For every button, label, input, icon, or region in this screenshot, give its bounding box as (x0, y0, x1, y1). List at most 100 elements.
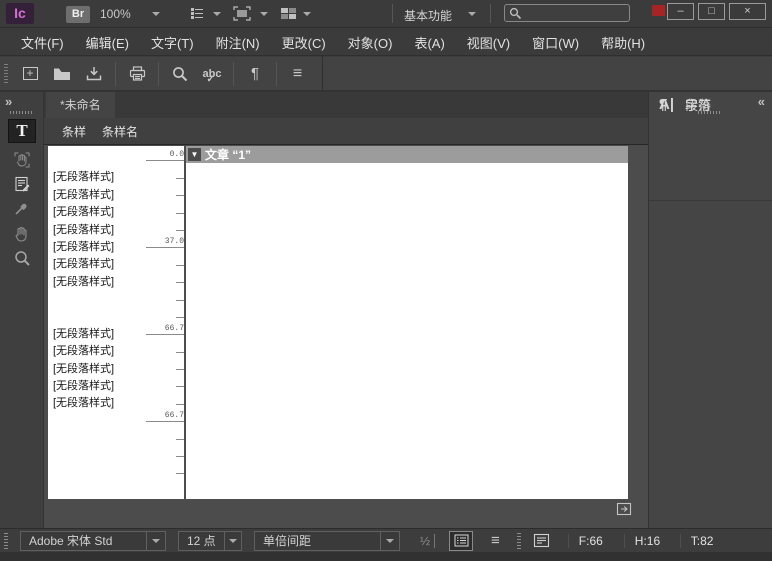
magnifier-icon (14, 250, 31, 267)
menu-item[interactable]: 表(A) (403, 33, 455, 52)
galley-row[interactable] (48, 445, 184, 462)
toolbar-separator (322, 56, 323, 91)
chevron-down-icon[interactable] (224, 532, 241, 550)
hand-tool[interactable] (8, 222, 36, 246)
galley-row[interactable]: [无段落样式] (48, 253, 184, 270)
chevron-down-icon[interactable] (152, 12, 160, 16)
open-button[interactable] (46, 61, 78, 87)
chevron-down-icon[interactable] (213, 12, 221, 16)
menu-item[interactable]: 附注(N) (205, 33, 271, 52)
new-document-button[interactable]: + (14, 61, 46, 87)
copyfit-info-icon[interactable] (533, 533, 550, 548)
screen-mode-icon[interactable] (233, 6, 251, 21)
leading-dropdown[interactable]: 单倍间距 (254, 531, 400, 551)
galley-row[interactable] (48, 427, 184, 444)
menu-item[interactable]: 文字(T) (140, 33, 205, 52)
depth-ruler-mark (176, 281, 184, 283)
menu-item[interactable]: 编辑(E) (75, 33, 140, 52)
document-tab[interactable]: *未命名 (46, 92, 115, 118)
view-options-icon[interactable] (190, 6, 208, 21)
galley-row[interactable]: [无段落样式] (48, 271, 184, 288)
galley-row[interactable]: [无段落样式] (48, 184, 184, 201)
style-column-toggle[interactable] (449, 531, 473, 551)
galley-row[interactable]: [无段落样式] (48, 358, 184, 375)
close-button[interactable]: × (729, 3, 766, 20)
spellcheck-button[interactable]: abc ✓ (196, 61, 228, 87)
galley-row[interactable]: 66.7 (48, 410, 184, 427)
galley-row[interactable] (48, 288, 184, 305)
expand-panel-icon[interactable]: » (5, 94, 12, 109)
menu-item[interactable]: 对象(O) (337, 33, 404, 52)
titlebar-separator (392, 4, 393, 23)
galley-row[interactable]: 0.0 (48, 149, 184, 166)
workspace-switcher[interactable]: 基本功能 (404, 7, 452, 24)
maximize-button[interactable]: □ (698, 3, 725, 20)
panel-item[interactable]: ¶ 段落 (659, 92, 763, 116)
galley-row[interactable]: [无段落样式] (48, 201, 184, 218)
chevron-down-icon[interactable] (260, 12, 268, 16)
galley-row[interactable]: [无段落样式] 66.7 (48, 323, 184, 340)
copyfit-progress-icon[interactable] (616, 502, 632, 516)
search-input[interactable] (525, 5, 625, 21)
tools-panel-grip[interactable] (10, 111, 32, 114)
type-tool[interactable]: T (8, 119, 36, 143)
font-size-dropdown[interactable]: 12 点 (178, 531, 242, 551)
menu-item[interactable]: 窗口(W) (521, 33, 590, 52)
menu-item[interactable]: 文件(F) (10, 33, 75, 52)
galley-row[interactable]: [无段落样式] (48, 166, 184, 183)
galley-row[interactable]: [无段落样式] 37.0 (48, 236, 184, 253)
galley-row[interactable]: [无段落样式] (48, 219, 184, 236)
galley-row[interactable]: [无段落样式] (48, 340, 184, 357)
search-box[interactable] (504, 4, 630, 22)
statusbar-grip[interactable] (517, 533, 521, 549)
line-number-toggle[interactable]: ½ (420, 534, 435, 548)
arrange-documents-icon[interactable] (280, 6, 297, 21)
galley-row[interactable]: [无段落样式] (48, 375, 184, 392)
chevron-down-icon[interactable] (380, 532, 399, 550)
menu-item[interactable]: 帮助(H) (590, 33, 656, 52)
panel-icon: ¶ (659, 96, 685, 113)
view-tab[interactable]: 条样 (62, 123, 86, 140)
eyedropper-tool[interactable] (8, 196, 36, 220)
statusbar-grip[interactable] (4, 533, 8, 549)
paragraph-style-label: [无段落样式] (53, 273, 114, 289)
toolbar-grip[interactable] (4, 64, 8, 84)
save-button[interactable] (78, 61, 110, 87)
menu-item[interactable]: 视图(V) (456, 33, 521, 52)
toolbar-separator (276, 62, 277, 86)
statusbar: Adobe 宋体 Std 12 点 单倍间距 ½ ≡ (0, 528, 772, 552)
print-button[interactable] (121, 61, 153, 87)
collapse-story-icon[interactable]: ▼ (188, 148, 201, 161)
galley-row[interactable] (48, 306, 184, 323)
chevron-down-icon[interactable] (303, 12, 311, 16)
show-hidden-characters-button[interactable]: ¶ (239, 61, 271, 87)
panel-dock: « A| 字符 ¶ 段落 (648, 92, 772, 528)
font-family-dropdown[interactable]: Adobe 宋体 Std (20, 531, 166, 551)
pilcrow-icon: ¶ (251, 65, 259, 82)
search-icon (172, 66, 188, 82)
chevron-down-icon[interactable] (146, 532, 165, 550)
position-tool[interactable] (8, 148, 36, 172)
chevron-down-icon[interactable] (468, 12, 476, 16)
story-header[interactable]: ▼ 文章 “1” (186, 146, 628, 163)
titlebar-separator (490, 4, 491, 23)
depth-ruler-mark: 37.0 (146, 238, 184, 248)
minimize-button[interactable]: – (667, 3, 694, 20)
zoom-tool[interactable] (8, 246, 36, 270)
view-tab[interactable]: 条样名 (102, 123, 138, 140)
note-tool[interactable] (8, 172, 36, 196)
galley-row[interactable]: [无段落样式] (48, 392, 184, 409)
find-button[interactable] (164, 61, 196, 87)
toolbar-menu-button[interactable]: ≡ (282, 61, 314, 87)
zoom-level-dropdown[interactable]: 100% (100, 7, 131, 21)
depth-ruler-mark (176, 368, 184, 370)
statusbar-menu-button[interactable]: ≡ (491, 532, 501, 549)
menu-item[interactable]: 更改(C) (271, 33, 337, 52)
leading-value: 单倍间距 (255, 532, 380, 550)
spellcheck-icon: abc ✓ (203, 68, 222, 80)
story-area[interactable]: ▼ 文章 “1” (186, 146, 628, 499)
galley-row[interactable] (48, 462, 184, 479)
paragraph-style-label: [无段落样式] (53, 255, 114, 271)
bridge-button[interactable]: Br (66, 6, 90, 23)
depth-ruler-mark (176, 472, 184, 474)
